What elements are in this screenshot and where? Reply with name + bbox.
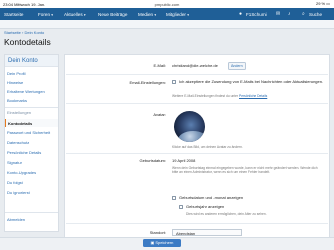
avatar-image[interactable] — [174, 111, 205, 142]
battery-indicator: 29 % ▭ — [315, 1, 330, 6]
status-bar: 23:04 Mittwoch 19. Jan. pmpublic.com 29 … — [0, 0, 334, 8]
sidebar-item-profile[interactable]: Dein Profil — [7, 71, 25, 76]
sidebar-item-signature[interactable]: Signatur — [7, 160, 22, 165]
form-divider — [66, 103, 328, 104]
save-button-label: Speichern — [155, 240, 174, 245]
avatar-label: Avatar: — [153, 112, 166, 117]
nav-item-media-label: Medien — [138, 11, 154, 17]
nav-item-new-posts[interactable]: Neue Beiträge — [98, 12, 127, 17]
nav-item-media[interactable]: Medien ▾ — [138, 12, 156, 17]
nav-item-home[interactable]: Startseite — [4, 12, 23, 17]
avatar-hint: Klicke auf das Bild, um deinen Avatar zu… — [172, 145, 243, 149]
sidebar-title: Dein Konto — [5, 55, 58, 67]
show-year-label: Geburtsjahr anzeigen — [186, 203, 225, 209]
sidebar-item-upgrades[interactable]: Konto-Upgrades — [7, 170, 36, 175]
email-value: christiand@die-welche.de — [172, 63, 218, 68]
form-divider — [66, 74, 328, 75]
nav-item-forums[interactable]: Foren ▾ — [38, 12, 53, 17]
email-label: E-Mail: — [153, 63, 166, 68]
sidebar-item-reactions[interactable]: Erhaltene Wertungen — [7, 89, 45, 94]
chevron-down-icon: ▾ — [83, 12, 86, 17]
email-settings-label: Email-Einstellungen: — [129, 80, 166, 85]
sidebar-item-alerts[interactable]: Hinweise — [7, 80, 23, 85]
show-dob-label: Geburtsdatum und -monat anzeigen — [179, 194, 244, 200]
show-year-hint: Dies wird es anderen ermöglichen, dein A… — [186, 212, 267, 216]
form-divider — [66, 153, 328, 154]
sidebar-item-following[interactable]: Du folgst — [7, 180, 23, 185]
email-optin-checkbox[interactable] — [172, 80, 176, 84]
main-navbar: Startseite Foren ▾ Aktuelles ▾ Neue Beit… — [0, 8, 334, 20]
sidebar-item-privacy[interactable]: Datenschutz — [7, 140, 29, 145]
birthday-label: Geburtsdatum: — [139, 158, 166, 163]
email-settings-hint-text: Weitere E-Mail-Einstellungen findest du … — [172, 94, 239, 98]
avatar-planet — [178, 131, 205, 142]
show-dob-checkbox[interactable] — [172, 196, 176, 200]
chevron-down-icon: ▾ — [187, 12, 189, 17]
search-icon[interactable]: ⌕ — [302, 11, 305, 17]
sub-navbar — [0, 20, 334, 29]
chevron-down-icon: ▾ — [154, 12, 157, 17]
sidebar-item-bookmarks[interactable]: Bookmarks — [7, 98, 27, 103]
form-divider — [66, 223, 328, 224]
nav-item-news[interactable]: Aktuelles ▾ — [64, 12, 86, 17]
nav-item-members-label: Mitglieder — [166, 11, 186, 17]
breadcrumb[interactable]: Startseite › Dein Konto — [4, 30, 44, 35]
save-icon: ▣ — [150, 240, 155, 245]
location-input[interactable]: Abendstan — [172, 228, 242, 236]
location-label: Standort: — [149, 230, 166, 235]
user-avatar-icon[interactable]: ● — [239, 11, 242, 17]
sidebar-item-account-details[interactable]: Kontodetails — [5, 119, 58, 127]
sidebar-divider — [5, 107, 58, 108]
nav-item-forums-label: Foren — [38, 11, 51, 17]
account-sidebar: Dein Konto Dein Profil Hinweise Erhalten… — [4, 54, 59, 232]
birthday-value: 19 April 2008 — [172, 158, 196, 163]
bell-icon[interactable]: ♪ — [288, 11, 291, 17]
sidebar-item-personal-details[interactable]: Persönliche Details — [7, 150, 41, 155]
show-year-checkbox[interactable] — [179, 205, 183, 209]
email-optin-label: Ich akzeptiere die Zusendung von E-Mails… — [179, 78, 324, 84]
personal-details-link[interactable]: Persönliche Details — [239, 94, 267, 98]
user-menu[interactable]: F1Schumi — [246, 12, 267, 17]
nav-item-news-label: Aktuelles — [64, 11, 83, 17]
sidebar-section-settings: Einstellungen — [7, 110, 32, 115]
email-settings-hint: Weitere E-Mail-Einstellungen findest du … — [172, 94, 322, 98]
nav-item-members[interactable]: Mitglieder ▾ — [166, 12, 189, 17]
page-title: Kontodetails — [4, 37, 51, 47]
chevron-down-icon: ▾ — [51, 12, 54, 17]
change-email-button[interactable]: Ändern — [228, 61, 246, 70]
sidebar-item-ignoring[interactable]: Du ignorierst — [7, 190, 30, 195]
address-url[interactable]: pmpublic.com — [0, 2, 334, 7]
search-link[interactable]: Suche — [309, 12, 322, 17]
sidebar-item-password[interactable]: Passwort und Sicherheit — [7, 130, 50, 135]
sidebar-item-logout[interactable]: Abmelden — [7, 217, 25, 222]
birthday-hint: Wenn dein Geburtstag einmal eingegeben w… — [172, 166, 318, 175]
save-button[interactable]: ▣Speichern — [143, 239, 181, 247]
sidebar-divider — [5, 212, 58, 213]
envelope-icon[interactable]: ✉ — [276, 11, 280, 17]
